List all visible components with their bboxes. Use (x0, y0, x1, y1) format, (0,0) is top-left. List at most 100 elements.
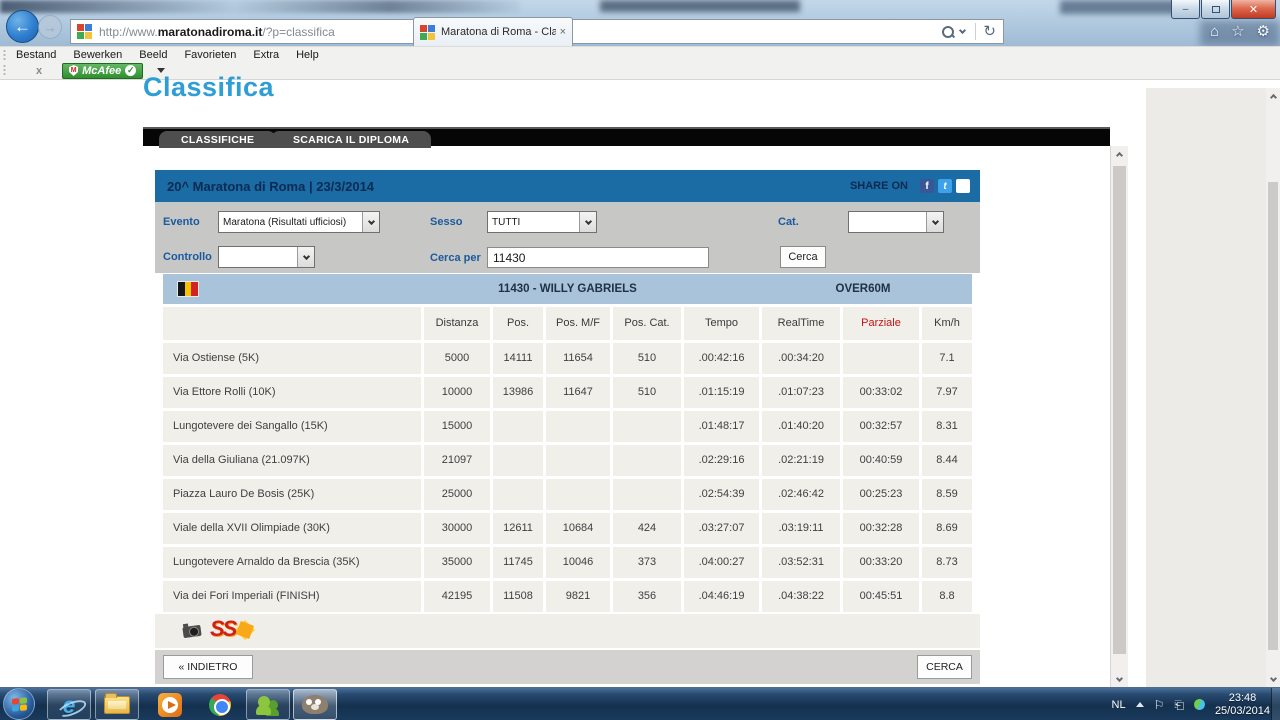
back-button[interactable]: ← (6, 10, 39, 43)
cerca-button[interactable]: Cerca (780, 246, 826, 268)
search-icon[interactable] (941, 25, 955, 39)
evento-select[interactable]: Maratona (Risultati ufficiosi) (218, 211, 380, 233)
dropdown-button[interactable] (926, 212, 943, 232)
cell-kmh: 8.44 (922, 445, 972, 476)
divider (975, 23, 976, 40)
tab-scarica-diploma[interactable]: SCARICA IL DIPLOMA (271, 131, 431, 148)
chevron-down-icon[interactable] (959, 27, 966, 34)
network-plug-icon[interactable]: ⎗ (1174, 698, 1184, 712)
taskbar-ie-button[interactable]: e (47, 689, 91, 720)
dropdown-button[interactable] (297, 247, 314, 267)
taskbar-media-player-button[interactable] (148, 689, 192, 720)
cell-parziale: 00:32:28 (843, 513, 922, 544)
dropdown-button[interactable] (362, 212, 379, 232)
search-input[interactable] (487, 247, 709, 268)
folder-icon (104, 696, 130, 714)
cell-pos: 11508 (493, 581, 546, 612)
scroll-up-icon[interactable] (1111, 146, 1128, 162)
favorites-star-icon[interactable]: ☆ (1231, 23, 1244, 41)
cell-location: Lungotevere dei Sangallo (15K) (163, 411, 424, 442)
show-desktop-button[interactable] (1271, 688, 1280, 720)
cell-kmh: 8.69 (922, 513, 972, 544)
table-row: Viale della XVII Olimpiade (30K) 30000 1… (163, 513, 972, 544)
safely-remove-icon[interactable] (1192, 697, 1207, 712)
camera-icon[interactable] (182, 625, 201, 638)
refresh-icon[interactable]: ↻ (983, 24, 996, 39)
twitter-icon[interactable]: t (938, 179, 952, 193)
facebook-icon[interactable]: f (920, 179, 934, 193)
scroll-down-icon[interactable] (1111, 671, 1128, 687)
taskbar-chrome-button[interactable] (198, 689, 242, 720)
maximize-button[interactable] (1201, 0, 1230, 19)
page-title: Classifica (143, 72, 274, 103)
close-button[interactable]: ✕ (1231, 0, 1276, 19)
scrollbar-thumb[interactable] (1113, 166, 1126, 654)
cell-distanza: 21097 (424, 445, 493, 476)
scrollbar-thumb[interactable] (1268, 182, 1278, 650)
start-button[interactable] (3, 688, 35, 720)
results-table: 11430 - WILLY GABRIELS OVER60M Distanza … (163, 274, 972, 615)
cell-realtime: .01:07:23 (762, 377, 843, 408)
toolbar-grip (3, 64, 6, 77)
footer-cerca-button[interactable]: CERCA (917, 655, 972, 679)
menu-extra[interactable]: Extra (253, 49, 279, 61)
browser-scrollbar[interactable] (1266, 88, 1280, 687)
logo-text: SS (210, 616, 235, 642)
column-header-kmh: Km/h (922, 307, 972, 340)
cell-realtime: .02:46:42 (762, 479, 843, 510)
runner-category: OVER60M (763, 274, 963, 304)
tab-classifiche[interactable]: CLASSIFICHE (159, 131, 276, 148)
mcafee-label: McAfee (82, 65, 121, 77)
cell-distanza: 5000 (424, 343, 493, 374)
toolbar-close-icon[interactable]: x (36, 65, 42, 77)
scroll-up-icon[interactable] (1266, 88, 1280, 104)
indietro-button[interactable]: « INDIETRO (163, 655, 253, 679)
browser-tab[interactable]: Maratona di Roma - Classifi... × (413, 17, 573, 46)
aero-glass-blur (0, 0, 520, 13)
sesso-select[interactable]: TUTTI (487, 211, 597, 233)
clock-time: 23:48 (1215, 692, 1270, 705)
taskbar-gimp-button[interactable] (293, 689, 337, 720)
photo-service-logo[interactable]: SS (210, 616, 256, 644)
menu-bewerken[interactable]: Bewerken (73, 49, 122, 61)
cell-distanza: 15000 (424, 411, 493, 442)
cell-parziale: 00:45:51 (843, 581, 922, 612)
mcafee-button[interactable]: M McAfee ✓ (62, 63, 143, 79)
taskbar-clock[interactable]: 23:48 25/03/2014 (1215, 692, 1270, 718)
cell-tempo: .02:54:39 (684, 479, 762, 510)
cell-tempo: .01:48:17 (684, 411, 762, 442)
settings-gear-icon[interactable]: ⚙ (1257, 23, 1270, 41)
tab-close-icon[interactable]: × (560, 26, 566, 38)
action-center-flag-icon[interactable]: ⚐ (1154, 698, 1165, 712)
menu-favorieten[interactable]: Favorieten (184, 49, 236, 61)
taskbar-messenger-button[interactable] (246, 689, 290, 720)
language-indicator[interactable]: NL (1112, 699, 1126, 711)
hidden-icons-caret[interactable] (1136, 702, 1144, 707)
controllo-select[interactable] (218, 246, 315, 268)
cell-location: Piazza Lauro De Bosis (25K) (163, 479, 424, 510)
dropdown-button[interactable] (579, 212, 596, 232)
media-player-icon (158, 693, 182, 717)
column-header-pos-mf: Pos. M/F (546, 307, 613, 340)
cerca-per-label: Cerca per (430, 252, 481, 264)
cat-label: Cat. (778, 216, 799, 228)
mcafee-shield-icon: M (69, 65, 78, 76)
menu-beeld[interactable]: Beeld (139, 49, 167, 61)
minimize-button[interactable]: – (1171, 0, 1200, 19)
check-icon: ✓ (125, 65, 136, 76)
taskbar-explorer-button[interactable] (95, 689, 139, 720)
home-icon[interactable]: ⌂ (1210, 23, 1219, 41)
cell-location: Via Ettore Rolli (10K) (163, 377, 424, 408)
column-header-location (163, 307, 424, 340)
frame-scrollbar[interactable] (1110, 146, 1128, 687)
menu-help[interactable]: Help (296, 49, 319, 61)
menu-bestand[interactable]: Bestand (16, 49, 56, 61)
runner-header-row: 11430 - WILLY GABRIELS OVER60M (163, 274, 972, 304)
google-plus-icon[interactable] (956, 179, 970, 193)
forward-button[interactable]: → (38, 15, 62, 39)
cell-distanza: 10000 (424, 377, 493, 408)
cell-distanza: 35000 (424, 547, 493, 578)
scroll-down-icon[interactable] (1266, 671, 1280, 687)
cat-select[interactable] (848, 211, 944, 233)
cell-tempo: .02:29:16 (684, 445, 762, 476)
